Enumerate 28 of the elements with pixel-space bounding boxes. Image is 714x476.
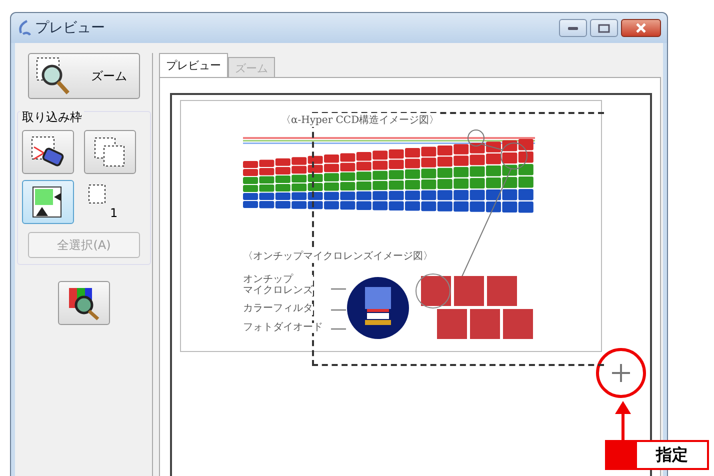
microlens-drawing <box>347 277 409 339</box>
diagram-label: フォトダイオード <box>243 322 323 333</box>
delete-frame-button[interactable] <box>22 130 74 174</box>
callout-arrow <box>613 400 633 442</box>
tab[interactable]: プレビュー <box>159 53 228 77</box>
zoom-button[interactable]: ズーム <box>28 53 140 99</box>
crosshair-icon[interactable] <box>611 363 631 383</box>
diagram-label: オンチップ マイクロレンズ <box>243 275 313 296</box>
maximize-icon <box>598 24 610 32</box>
color-adjust-button[interactable] <box>58 281 110 325</box>
diagram-label: カラーフィルタ <box>243 304 313 314</box>
color-magnifier-icon <box>66 285 102 321</box>
close-icon <box>635 23 647 33</box>
minimize-icon <box>567 25 579 31</box>
minimize-button[interactable] <box>559 19 587 37</box>
frame-count: 1 <box>110 206 118 220</box>
eraser-icon <box>30 135 66 169</box>
maximize-button[interactable] <box>590 19 618 37</box>
auto-detect-button[interactable] <box>22 180 74 224</box>
callout-marker <box>605 440 637 470</box>
leader-line <box>330 288 346 330</box>
frame-icon <box>88 184 106 204</box>
app-icon <box>17 20 31 36</box>
close-button[interactable] <box>621 19 661 37</box>
window-title: プレビュー <box>35 19 105 37</box>
callout-label: 指定 <box>637 440 709 470</box>
group-title: 取り込み枠 <box>20 109 84 126</box>
copy-frame-button[interactable] <box>84 130 136 174</box>
